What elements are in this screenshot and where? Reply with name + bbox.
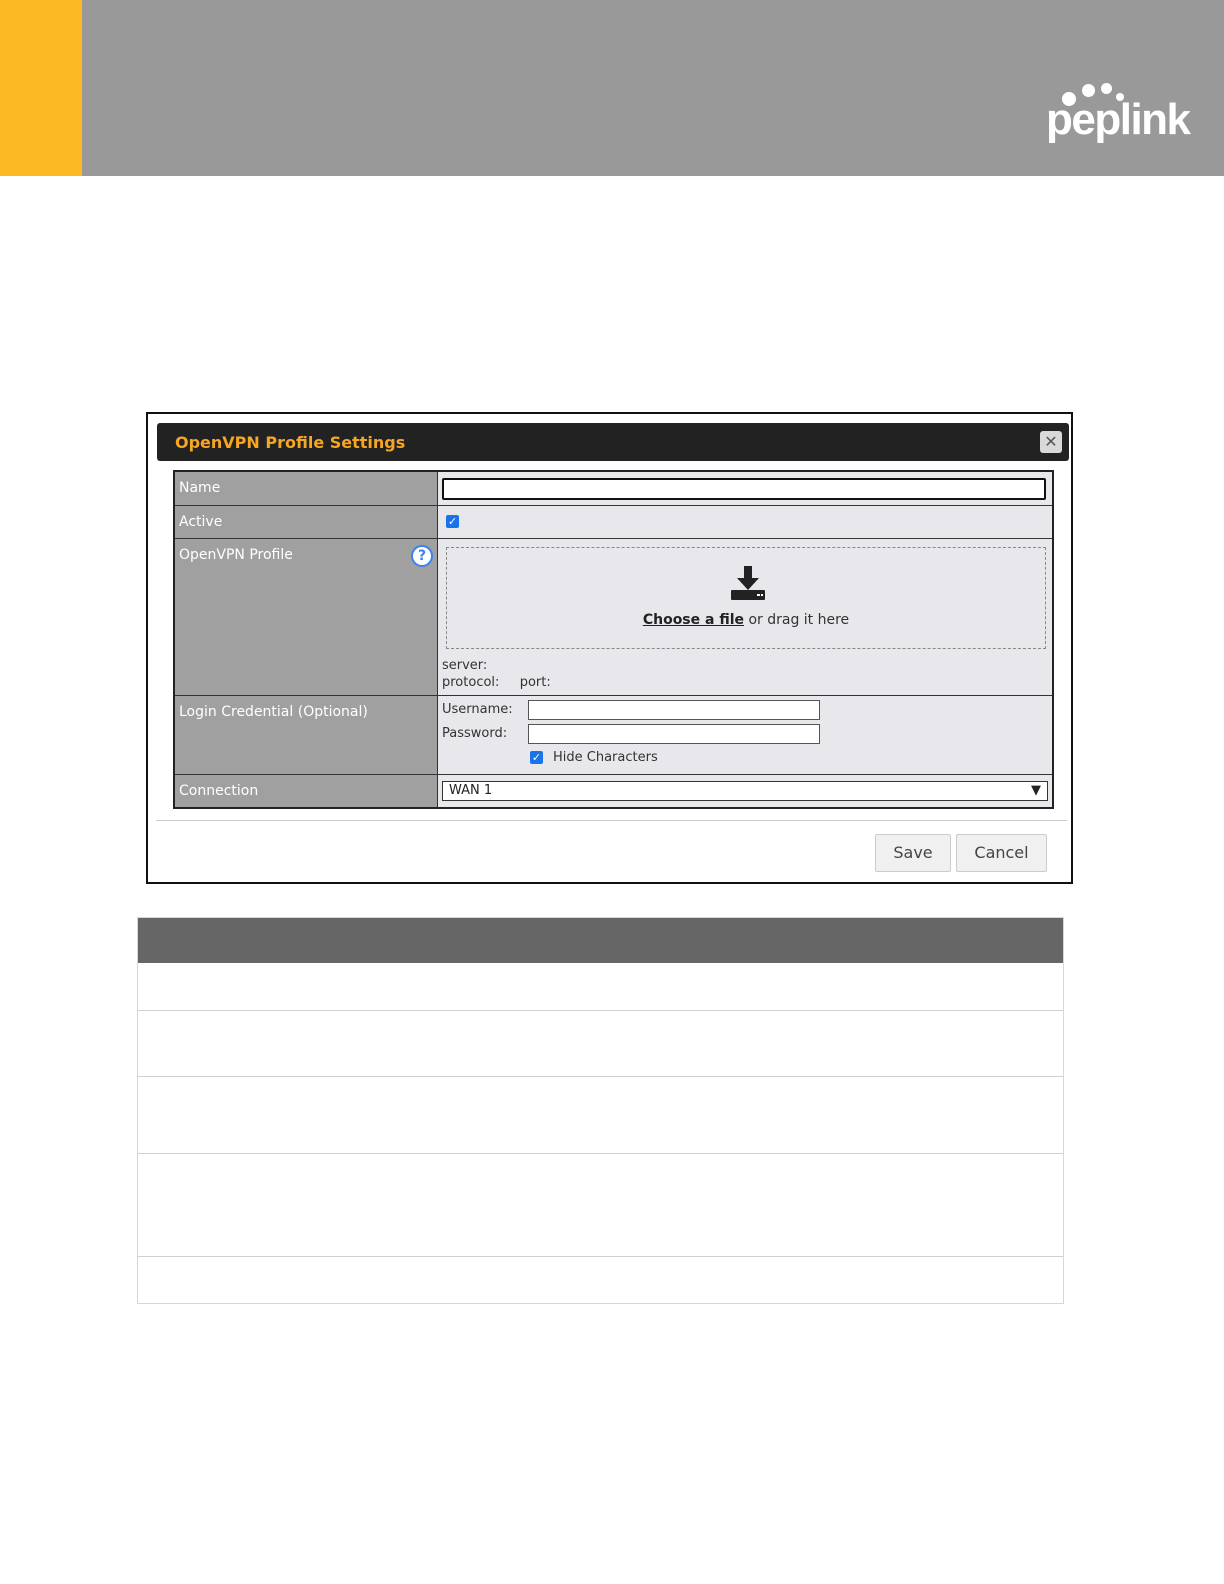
dropzone-text: Choose a file or drag it here <box>447 612 1045 628</box>
table-row <box>138 1256 1063 1303</box>
login-credential-label: Login Credential (Optional) <box>173 694 438 775</box>
help-icon[interactable]: ? <box>411 544 433 567</box>
server-label: server: <box>442 657 488 673</box>
header-accent-bar <box>0 0 82 176</box>
hide-characters-row: ✓ Hide Characters <box>442 746 1048 770</box>
name-input[interactable] <box>442 478 1046 500</box>
name-cell <box>437 470 1054 506</box>
connection-selected-value: WAN 1 <box>449 782 493 798</box>
openvpn-profile-cell: Choose a file or drag it here server: pr… <box>437 537 1054 696</box>
table-row <box>138 1153 1063 1256</box>
download-icon <box>731 565 765 600</box>
cancel-button[interactable]: Cancel <box>956 834 1047 872</box>
username-label: Username: <box>442 702 513 717</box>
table-row <box>138 1010 1063 1076</box>
username-row: Username: <box>442 698 1048 722</box>
table-row <box>138 963 1063 1010</box>
dialog-divider <box>156 820 1067 821</box>
password-row: Password: <box>442 722 1048 746</box>
choose-file-link[interactable]: Choose a file <box>643 612 744 628</box>
table-row <box>138 1076 1063 1153</box>
username-input[interactable] <box>528 699 820 720</box>
connection-label: Connection <box>173 773 438 808</box>
active-label: Active <box>173 504 438 539</box>
description-table <box>137 917 1064 1304</box>
connection-cell: WAN 1 ▼ <box>437 773 1054 808</box>
dialog-titlebar: OpenVPN Profile Settings ✕ <box>157 423 1069 461</box>
save-button[interactable]: Save <box>875 834 951 872</box>
password-label: Password: <box>442 726 508 741</box>
protocol-port-line: protocol: port: <box>442 674 1048 691</box>
openvpn-profile-dialog: OpenVPN Profile Settings ✕ Name Active ✓… <box>146 412 1073 884</box>
active-checkbox[interactable]: ✓ <box>446 514 459 528</box>
login-credential-cell: Username: Password: ✓ Hide Characters <box>437 694 1054 775</box>
chevron-down-icon: ▼ <box>1031 782 1041 798</box>
protocol-label: protocol: <box>442 674 500 690</box>
hide-characters-checkbox[interactable]: ✓ <box>530 751 543 764</box>
port-label: port: <box>519 674 551 690</box>
name-label: Name <box>173 470 438 506</box>
table-header <box>138 918 1063 963</box>
close-icon[interactable]: ✕ <box>1040 431 1062 453</box>
hide-characters-label: Hide Characters <box>553 750 658 765</box>
connection-select[interactable]: WAN 1 ▼ <box>442 780 1048 801</box>
drag-here-text: or drag it here <box>748 611 850 628</box>
profile-form-table: Name Active ✓ OpenVPN Profile ? Choose a… <box>173 470 1054 809</box>
server-line: server: <box>442 657 1048 674</box>
peplink-logo: peplink <box>1046 80 1191 152</box>
dialog-title: OpenVPN Profile Settings <box>175 433 406 452</box>
file-dropzone[interactable]: Choose a file or drag it here <box>446 546 1046 649</box>
active-cell: ✓ <box>437 504 1054 539</box>
logo-wordmark: peplink <box>1046 95 1191 144</box>
openvpn-profile-label: OpenVPN Profile <box>179 546 293 563</box>
password-input[interactable] <box>528 723 820 744</box>
openvpn-profile-label-cell: OpenVPN Profile ? <box>173 537 438 696</box>
